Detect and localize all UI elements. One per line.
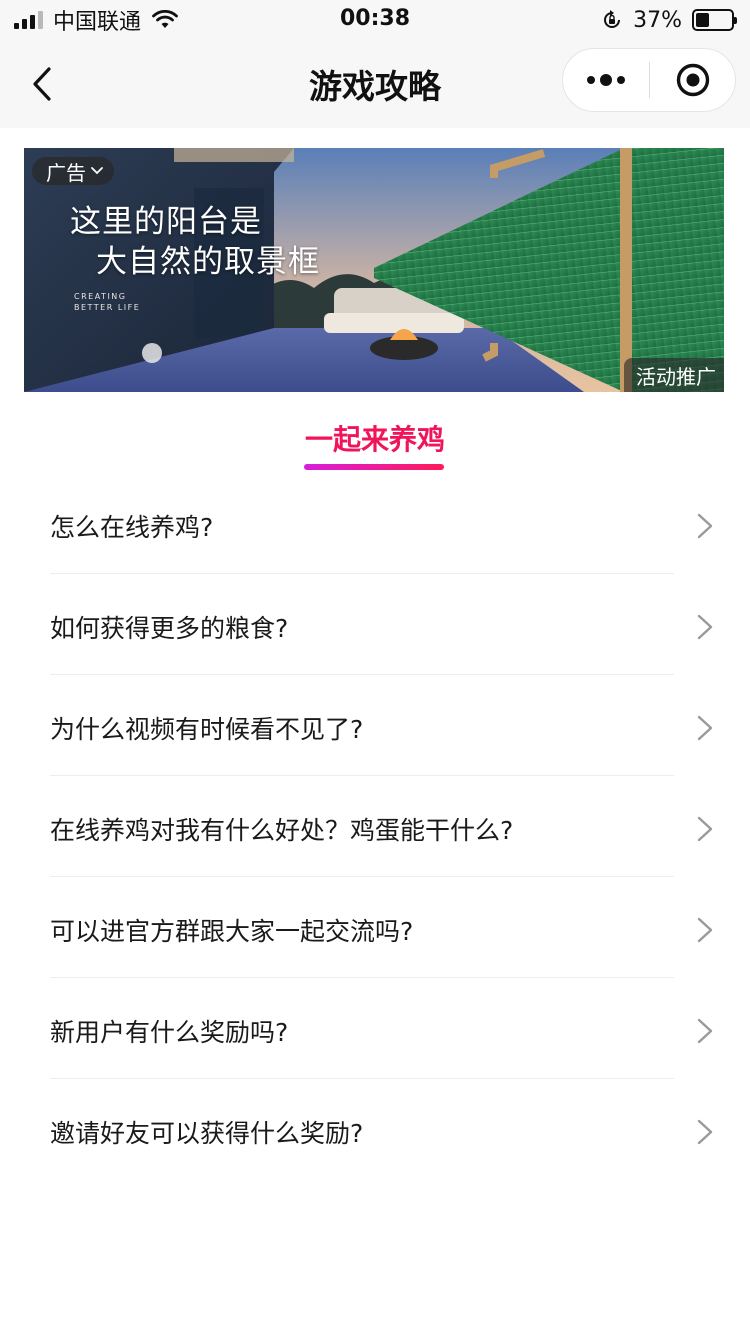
banner-ad[interactable]: 这里的阳台是 大自然的取景框 CREATING BETTER LIFE 广告 活… [24, 148, 724, 392]
banner-brand: CREATING BETTER LIFE [74, 291, 140, 313]
page: 中国联通 00:38 37% 游戏攻略 这里的阳台是 大自然的取景框 CREAT… [0, 0, 750, 1334]
faq-item-label: 邀请好友可以获得什么奖励? [50, 1119, 364, 1148]
faq-item-label: 新用户有什么奖励吗? [50, 1018, 289, 1047]
battery-percent: 37% [633, 7, 682, 33]
chevron-down-icon [91, 167, 103, 175]
chevron-right-icon [697, 816, 713, 842]
faq-item[interactable]: 可以进官方群跟大家一起交流吗? [50, 877, 713, 978]
chevron-right-icon [697, 715, 713, 741]
chevron-right-icon [697, 917, 713, 943]
chevron-right-icon [697, 513, 713, 539]
ad-badge-label: 广告 [46, 160, 86, 185]
faq-item-label: 在线养鸡对我有什么好处？鸡蛋能干什么? [50, 816, 514, 845]
chevron-right-icon [697, 1119, 713, 1145]
status-right: 37% [601, 6, 737, 34]
section-tab-title[interactable]: 一起来养鸡 [0, 418, 750, 458]
banner-headline-line2: 大自然的取景框 [96, 244, 320, 280]
more-dots-icon-right [617, 76, 625, 84]
faq-item-label: 可以进官方群跟大家一起交流吗? [50, 917, 414, 946]
promo-label: 活动推广 [624, 358, 724, 392]
battery-icon [692, 9, 737, 31]
banner-headline: 这里的阳台是 大自然的取景框 [70, 202, 320, 282]
chevron-right-icon [697, 614, 713, 640]
close-button[interactable] [650, 49, 735, 111]
close-target-icon [676, 63, 709, 97]
faq-item-label: 怎么在线养鸡? [50, 513, 214, 542]
mini-program-capsule [562, 48, 736, 112]
faq-item[interactable]: 怎么在线养鸡? [50, 473, 713, 574]
faq-item-label: 如何获得更多的粮食? [50, 614, 289, 643]
more-dots-icon [587, 76, 595, 84]
faq-list: 怎么在线养鸡? 如何获得更多的粮食? 为什么视频有时候看不见了? 在线养鸡对我有… [0, 473, 750, 1180]
faq-item[interactable]: 邀请好友可以获得什么奖励? [50, 1079, 713, 1180]
faq-item[interactable]: 如何获得更多的粮食? [50, 574, 713, 675]
banner-brand-line2: BETTER LIFE [74, 303, 141, 312]
chevron-right-icon [697, 1018, 713, 1044]
banner-headline-line1: 这里的阳台是 [70, 204, 262, 240]
rotation-lock-icon [601, 9, 623, 31]
battery-level-fill [696, 13, 709, 27]
faq-item[interactable]: 为什么视频有时候看不见了? [50, 675, 713, 776]
more-dots-icon-center [600, 74, 612, 86]
ad-badge[interactable]: 广告 [32, 157, 114, 185]
faq-item[interactable]: 在线养鸡对我有什么好处？鸡蛋能干什么? [50, 776, 713, 877]
title-bar: 游戏攻略 [0, 40, 750, 128]
banner-brand-line1: CREATING [74, 292, 127, 301]
section-tab-underline [304, 464, 444, 470]
faq-item-label: 为什么视频有时候看不见了? [50, 715, 364, 744]
faq-item[interactable]: 新用户有什么奖励吗? [50, 978, 713, 1079]
status-bar: 中国联通 00:38 37% [0, 0, 750, 40]
more-button[interactable] [563, 49, 649, 111]
